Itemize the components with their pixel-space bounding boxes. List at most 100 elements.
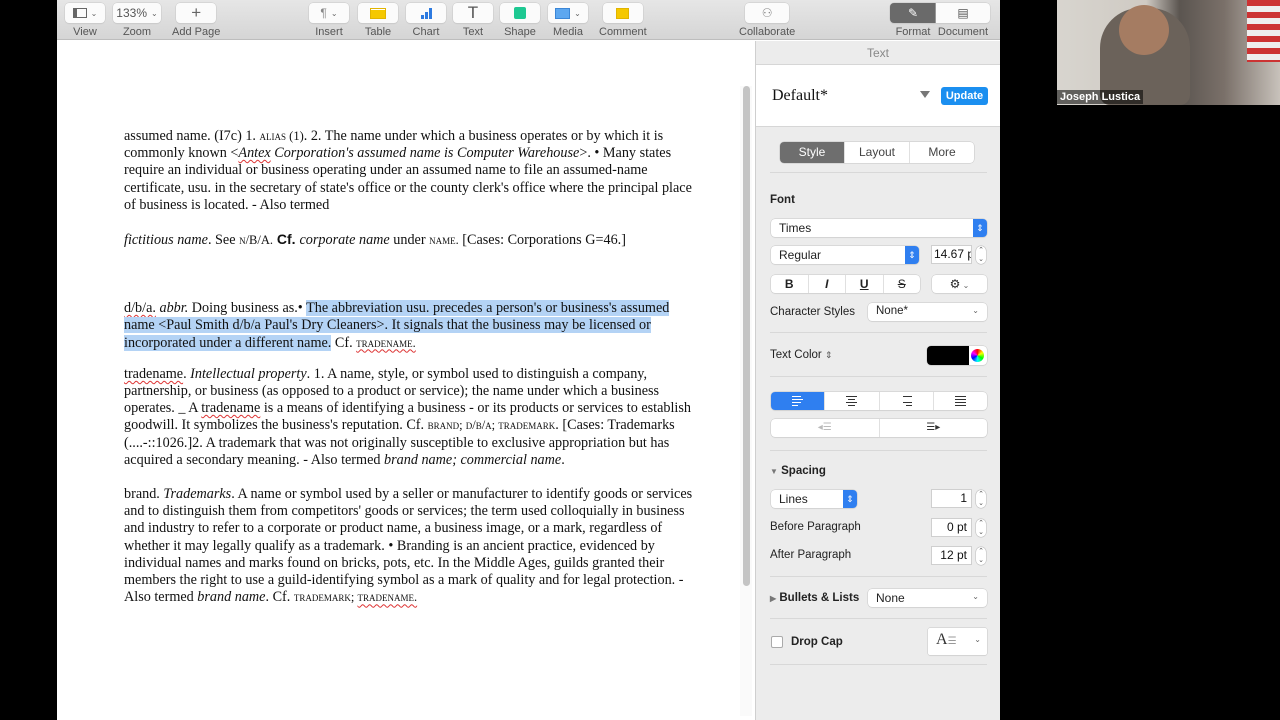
decrease-indent-button[interactable]: ◂☰ xyxy=(771,419,880,437)
drop-cap-checkbox[interactable] xyxy=(771,636,783,648)
insert-button[interactable]: ¶ ⌄ Insert xyxy=(309,3,349,38)
before-paragraph-field[interactable]: 0 pt xyxy=(931,518,972,537)
spacing-mode-select[interactable]: Lines ⇕ xyxy=(771,490,857,508)
subtab-layout[interactable]: Layout xyxy=(845,142,910,163)
font-family-value: Times xyxy=(779,221,812,235)
line-spacing-stepper[interactable]: ⌃ ⌄ xyxy=(976,490,986,508)
underline-button[interactable]: U xyxy=(846,275,884,293)
paragraph-assumed-name[interactable]: assumed name. (I7c) 1. alias (1). 2. The… xyxy=(124,128,699,214)
paragraph-style-name[interactable]: Default* xyxy=(772,87,828,105)
table-button[interactable]: Table xyxy=(358,3,398,38)
shape-button[interactable]: Shape xyxy=(500,3,540,38)
spacing-label: Spacing xyxy=(781,465,826,477)
update-style-button[interactable]: Update xyxy=(941,87,988,105)
chart-label: Chart xyxy=(412,26,440,38)
after-paragraph-field[interactable]: 12 pt xyxy=(931,546,972,565)
shape-square-icon xyxy=(514,7,526,19)
character-styles-label: Character Styles xyxy=(770,306,856,318)
bullets-select[interactable]: None ⌄ xyxy=(868,589,987,607)
align-center-button[interactable] xyxy=(825,392,880,410)
divider xyxy=(770,664,987,665)
align-right-button[interactable] xyxy=(880,392,934,410)
paragraph-fictitious-name[interactable]: fictitious name. See n/B/A. Cf. corporat… xyxy=(124,231,699,249)
cross-ref: tradename. xyxy=(356,335,416,350)
style-dropdown-icon[interactable] xyxy=(920,91,930,98)
strikethrough-button[interactable]: S xyxy=(884,275,921,293)
font-size-stepper[interactable]: ⌃ ⌄ xyxy=(976,246,986,264)
divider xyxy=(770,450,987,451)
format-button[interactable]: ✎ Format xyxy=(890,3,936,38)
add-page-label: Add Page xyxy=(172,26,221,38)
paragraph-tradename[interactable]: tradename. Intellectual property. 1. A n… xyxy=(124,366,699,469)
subtab-style[interactable]: Style xyxy=(780,142,845,163)
stepper-icon: ⇕ xyxy=(824,350,833,360)
example-text: Corporation's assumed name is Computer W… xyxy=(270,145,580,162)
font-family-select[interactable]: Times ⇕ xyxy=(771,219,987,237)
collaborate-button[interactable]: ⚇ Collaborate xyxy=(739,3,795,38)
inspector-tab-text[interactable]: Text xyxy=(756,41,1000,65)
after-paragraph-stepper[interactable]: ⌃ ⌄ xyxy=(976,547,986,565)
disclosure-open-icon: ▼ xyxy=(770,467,778,476)
drop-cap-style-select[interactable]: A☰ ⌄ xyxy=(928,628,987,655)
text-button[interactable]: T Text xyxy=(453,3,493,38)
character-styles-select[interactable]: None* ⌄ xyxy=(868,303,987,321)
view-label: View xyxy=(73,26,97,38)
subtab-more[interactable]: More xyxy=(910,142,974,163)
cross-ref: alias (1) xyxy=(259,129,304,143)
font-style-select[interactable]: Regular ⇕ xyxy=(771,246,919,264)
flag-background xyxy=(1247,0,1280,62)
chart-button[interactable]: Chart xyxy=(406,3,446,38)
media-label: Media xyxy=(553,26,583,38)
bold-button[interactable]: B xyxy=(771,275,809,293)
color-wheel-icon[interactable] xyxy=(971,349,984,362)
paragraph-style-row: Default* Update xyxy=(756,65,1000,127)
document-button[interactable]: ▤ Document xyxy=(936,3,990,38)
view-button[interactable]: ⌄ View xyxy=(65,3,105,38)
cross-ref: n/B/A. xyxy=(239,233,274,248)
zoom-label: Zoom xyxy=(122,26,152,38)
term: corporate name xyxy=(299,232,390,249)
text-color-well[interactable] xyxy=(927,346,987,365)
document-page[interactable]: assumed name. (I7c) 1. alias (1). 2. The… xyxy=(124,128,699,623)
divider xyxy=(770,576,987,577)
media-button[interactable]: ⌄ Media xyxy=(548,3,588,38)
document-icon: ▤ xyxy=(957,6,969,20)
spacing-section-toggle[interactable]: ▼ Spacing xyxy=(770,465,826,477)
format-label: Format xyxy=(895,26,931,38)
comment-button[interactable]: Comment xyxy=(599,3,647,38)
collaborate-label: Collaborate xyxy=(739,26,796,38)
chevron-down-icon: ⌄ xyxy=(90,8,98,18)
divider xyxy=(770,172,987,173)
zoom-dropdown[interactable]: 133% ⌄ Zoom xyxy=(113,3,161,38)
add-page-button[interactable]: + Add Page xyxy=(172,3,220,38)
chevron-down-icon: ⌄ xyxy=(972,592,979,601)
font-size-field[interactable]: 14.67 pt xyxy=(931,245,972,264)
text-run: brand. xyxy=(124,486,164,503)
vertical-scrollbar[interactable] xyxy=(740,86,752,716)
disclosure-closed-icon: ▶ xyxy=(770,594,777,603)
align-left-icon xyxy=(792,396,804,406)
outdent-icon: ◂☰ xyxy=(817,422,832,433)
justify-button[interactable] xyxy=(934,392,987,410)
term: fictitious name xyxy=(124,232,208,249)
plus-icon: + xyxy=(191,3,202,22)
participant-name: Joseph Lustica xyxy=(1057,90,1144,104)
paragraph-brand[interactable]: brand. Trademarks. A name or symbol used… xyxy=(124,486,699,606)
before-paragraph-stepper[interactable]: ⌃ ⌄ xyxy=(976,519,986,537)
bullets-section-toggle[interactable]: ▶ Bullets & Lists xyxy=(770,592,859,604)
line-spacing-field[interactable]: 1 xyxy=(931,489,972,508)
scrollbar-thumb[interactable] xyxy=(743,86,750,586)
bullets-value: None xyxy=(876,591,905,605)
text-options-button[interactable]: ⚙ ⌄ xyxy=(932,275,987,293)
character-styles-value: None* xyxy=(876,305,908,317)
add-person-icon: ⚇ xyxy=(761,6,773,20)
align-left-button[interactable] xyxy=(771,392,826,410)
paragraph-dba[interactable]: d/b/a. abbr. Doing business as.• The abb… xyxy=(124,300,699,352)
italic-button[interactable]: I xyxy=(809,275,846,293)
document-canvas[interactable]: assumed name. (I7c) 1. alias (1). 2. The… xyxy=(57,41,755,720)
align-center-icon xyxy=(846,396,858,406)
comment-label: Comment xyxy=(599,26,647,38)
chevron-down-icon: ⌄ xyxy=(972,306,979,315)
increase-indent-button[interactable]: ☰▸ xyxy=(880,419,988,437)
term: tradename xyxy=(124,365,184,382)
